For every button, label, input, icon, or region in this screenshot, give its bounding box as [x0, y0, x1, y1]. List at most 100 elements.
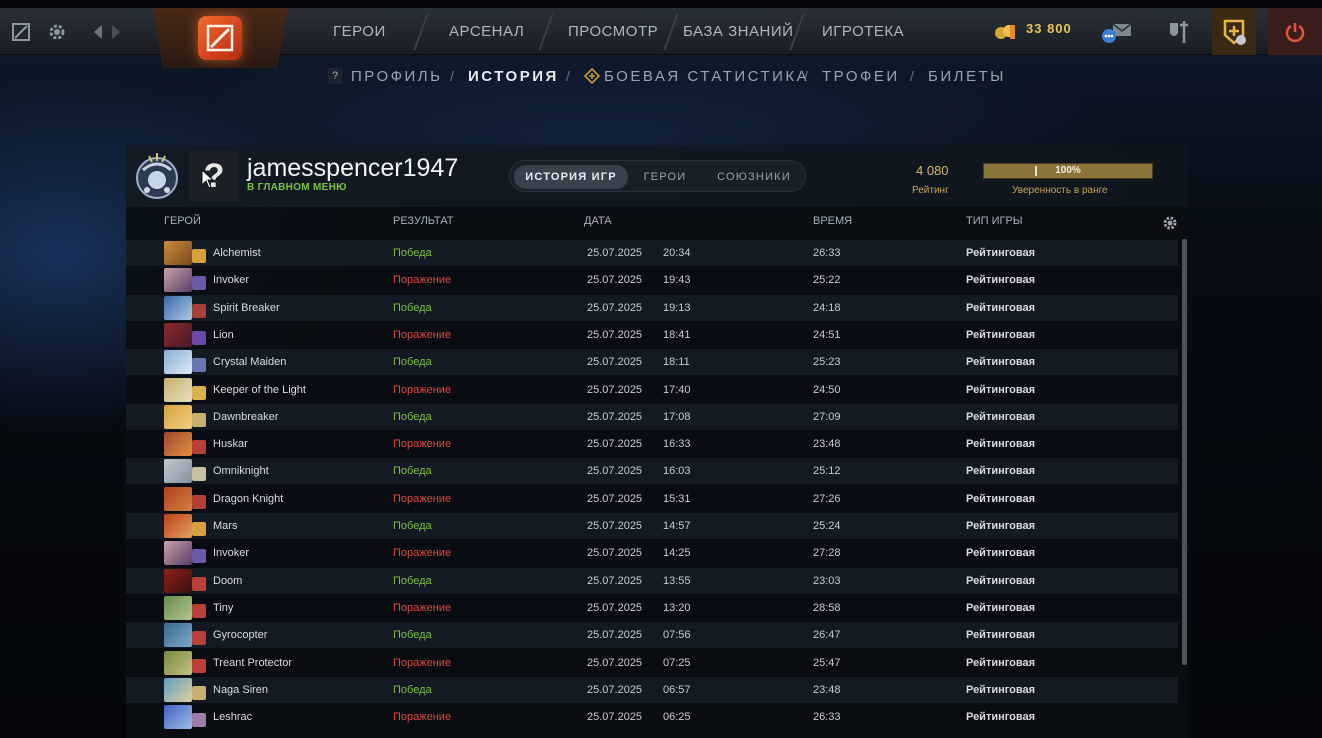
- forward-arrow-icon[interactable]: [108, 8, 124, 55]
- match-result: Поражение: [393, 328, 452, 341]
- table-row[interactable]: Mars Победа 25.07.2025 14:57 25:24 Рейтингова…: [126, 513, 1178, 539]
- header-result[interactable]: РЕЗУЛЬТАТ: [393, 215, 453, 227]
- table-row[interactable]: Omniknight Победа 25.07.2025 16:03 25:12 Рейт…: [126, 458, 1178, 485]
- hero-portrait-icon: [164, 350, 192, 375]
- table-row[interactable]: Spirit Breaker Победа 25.07.2025 19:13 24:18…: [126, 294, 1178, 321]
- hero-name: Invoker: [213, 274, 250, 287]
- match-date: 25.07.2025: [587, 328, 643, 341]
- table-row[interactable]: Dawnbreaker Победа 25.07.2025 17:08 27:09 Рей…: [126, 403, 1178, 430]
- dota-logo[interactable]: [152, 8, 288, 68]
- match-time: 13:55: [663, 574, 691, 587]
- table-row[interactable]: Treant Protector Поражение 25.07.2025 07:25…: [126, 650, 1178, 676]
- rank-medal-icon: [131, 150, 183, 202]
- game-type: Рейтинговая: [966, 247, 1036, 259]
- hero-portrait-icon: [164, 623, 192, 648]
- back-arrow-icon[interactable]: [90, 8, 106, 55]
- table-row[interactable]: Dragon Knight Поражение 25.07.2025 15:31 27:…: [126, 486, 1178, 512]
- table-row[interactable]: Leshrac Поражение 25.07.2025 06:25 26:33 Рейт…: [126, 704, 1178, 730]
- nav-separator: [663, 14, 679, 50]
- hero-name: Naga Siren: [213, 683, 269, 696]
- match-list-scrollbar[interactable]: [1182, 239, 1187, 665]
- table-row[interactable]: Tiny Поражение 25.07.2025 13:20 28:58 Рейтинг…: [126, 595, 1178, 621]
- role-icon: [192, 494, 206, 509]
- match-duration: 24:18: [813, 301, 841, 314]
- role-icon: [192, 658, 206, 673]
- match-time: 16:03: [663, 465, 691, 478]
- hero-portrait-icon: [164, 568, 192, 593]
- role-icon: [192, 631, 206, 646]
- tab-match-history[interactable]: ИСТОРИЯ ИГР: [514, 165, 628, 189]
- table-row[interactable]: Gyrocopter Победа 25.07.2025 07:56 26:47 Рейт…: [126, 622, 1178, 649]
- game-type: Рейтинговая: [966, 301, 1036, 314]
- match-duration: 23:48: [813, 438, 841, 451]
- match-result: Победа: [393, 683, 432, 696]
- nav-arsenal[interactable]: АРСЕНАЛ: [449, 8, 524, 55]
- match-duration: 25:47: [813, 656, 841, 669]
- username: jamesspencer1947: [247, 154, 459, 182]
- game-type: Рейтинговая: [966, 520, 1036, 532]
- table-row[interactable]: Crystal Maiden Победа 25.07.2025 18:11 25:23…: [126, 349, 1178, 376]
- hero-name: Huskar: [213, 438, 248, 451]
- subnav-battle-stats[interactable]: БОЕВАЯ СТАТИСТИКА: [604, 68, 809, 85]
- chat-icon[interactable]: [1098, 8, 1134, 55]
- header-game-type[interactable]: ТИП ИГРЫ: [966, 215, 1023, 227]
- table-row[interactable]: Doom Победа 25.07.2025 13:55 23:03 Рейтингова…: [126, 567, 1178, 594]
- nav-knowledge-base[interactable]: БАЗА ЗНАНИЙ: [683, 8, 793, 55]
- match-date: 25.07.2025: [587, 247, 643, 259]
- subnav-trophies[interactable]: ТРОФЕИ: [822, 68, 900, 85]
- table-settings-gear-icon[interactable]: [1162, 215, 1178, 231]
- hero-portrait-icon: [164, 514, 192, 538]
- table-row[interactable]: Invoker Поражение 25.07.2025 19:43 25:22 Рейт…: [126, 267, 1178, 293]
- power-button[interactable]: [1268, 8, 1322, 55]
- role-icon: [192, 576, 206, 591]
- table-row[interactable]: Huskar Поражение 25.07.2025 16:33 23:48 Рейти…: [126, 431, 1178, 457]
- match-duration: 24:51: [813, 328, 841, 341]
- match-result: Победа: [393, 465, 432, 478]
- match-date: 25.07.2025: [587, 711, 643, 724]
- hero-portrait-icon: [164, 459, 192, 484]
- match-date: 25.07.2025: [587, 274, 643, 287]
- role-icon: [192, 713, 206, 728]
- subnav-tickets[interactable]: БИЛЕТЫ: [928, 68, 1006, 85]
- match-result: Поражение: [393, 274, 452, 287]
- tab-heroes[interactable]: ГЕРОИ: [632, 165, 698, 189]
- header-date[interactable]: ДАТА: [584, 215, 612, 227]
- nav-separator: [538, 14, 554, 50]
- match-result: Поражение: [393, 656, 452, 669]
- profile-subnav: ? ПРОФИЛЬ / ИСТОРИЯ / БОЕВАЯ СТАТИСТИКА …: [0, 64, 1322, 90]
- match-date: 25.07.2025: [587, 356, 643, 369]
- gear-icon[interactable]: [46, 8, 68, 55]
- match-time: 14:57: [663, 520, 691, 532]
- game-type: Рейтинговая: [966, 629, 1036, 642]
- hero-portrait-icon: [164, 432, 192, 457]
- nav-arcade[interactable]: ИГРОТЕКА: [822, 8, 904, 55]
- hero-portrait-icon: [164, 268, 192, 293]
- rating-label: Рейтинг: [912, 185, 949, 196]
- match-time: 17:08: [663, 410, 691, 423]
- header-duration[interactable]: ВРЕМЯ: [813, 215, 852, 227]
- plus-shield-icon[interactable]: [1212, 8, 1256, 55]
- armory-icon[interactable]: [1164, 8, 1194, 55]
- hero-portrait-icon: [164, 486, 192, 511]
- table-row[interactable]: Alchemist Победа 25.07.2025 20:34 26:33 Рейти…: [126, 240, 1178, 266]
- match-result: Победа: [393, 629, 432, 642]
- match-time: 20:34: [663, 247, 691, 259]
- game-type: Рейтинговая: [966, 465, 1036, 478]
- nav-watch[interactable]: ПРОСМОТР: [568, 8, 658, 55]
- table-row[interactable]: Invoker Поражение 25.07.2025 14:25 27:28 Рейт…: [126, 540, 1178, 566]
- match-duration: 23:48: [813, 683, 841, 696]
- table-row[interactable]: Keeper of the Light Поражение 25.07.2025 17…: [126, 377, 1178, 403]
- table-row[interactable]: Lion Поражение 25.07.2025 18:41 24:51 Рейтинг…: [126, 322, 1178, 348]
- dota-icon[interactable]: [10, 8, 32, 55]
- match-result: Поражение: [393, 601, 452, 614]
- header-hero[interactable]: ГЕРОЙ: [164, 215, 201, 227]
- nav-heroes[interactable]: ГЕРОИ: [333, 8, 386, 55]
- hero-name: Lion: [213, 328, 234, 341]
- tab-allies[interactable]: СОЮЗНИКИ: [706, 165, 802, 189]
- game-type: Рейтинговая: [966, 328, 1036, 341]
- subnav-profile[interactable]: ПРОФИЛЬ: [351, 68, 443, 85]
- game-type: Рейтинговая: [966, 683, 1036, 696]
- subnav-history[interactable]: ИСТОРИЯ: [468, 68, 559, 85]
- match-date: 25.07.2025: [587, 301, 643, 314]
- table-row[interactable]: Naga Siren Победа 25.07.2025 06:57 23:48 Рейт…: [126, 676, 1178, 703]
